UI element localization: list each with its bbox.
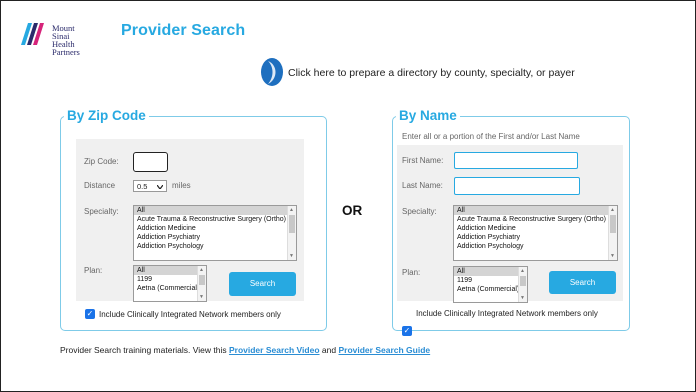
plan-option[interactable]: 1199 — [454, 276, 527, 285]
logo-line: Partners — [52, 47, 80, 57]
plan-option[interactable]: Aetna (Commercial) C — [454, 285, 527, 294]
page-title: Provider Search — [121, 22, 246, 39]
blue-circle-arrow-icon[interactable] — [260, 57, 284, 87]
miles-label: miles — [172, 181, 191, 190]
triangle-down-icon[interactable]: ▼ — [199, 294, 204, 300]
specialty-listbox[interactable]: All Acute Trauma & Reconstructive Surger… — [133, 205, 297, 261]
or-separator: OR — [342, 203, 363, 218]
specialty-option[interactable]: All — [454, 206, 617, 215]
distance-select[interactable]: 0.5 — [133, 180, 167, 192]
specialty-label: Specialty: — [84, 207, 119, 216]
last-name-label: Last Name: — [402, 181, 443, 190]
plan-scrollbar[interactable]: ▲ ▼ — [518, 267, 527, 302]
plan-label: Plan: — [84, 266, 103, 275]
triangle-down-icon[interactable]: ▼ — [289, 253, 294, 259]
triangle-up-icon[interactable]: ▲ — [289, 207, 294, 213]
specialty-option[interactable]: All — [134, 206, 296, 215]
scrollbar-thumb[interactable] — [610, 215, 616, 233]
chevron-down-icon — [157, 185, 163, 189]
specialty-option[interactable]: Acute Trauma & Reconstructive Surgery (O… — [454, 215, 617, 224]
triangle-up-icon[interactable]: ▲ — [610, 207, 615, 213]
scrollbar-thumb[interactable] — [199, 275, 205, 285]
zip-network-checkbox[interactable]: ✓ — [85, 309, 95, 319]
specialty-label: Specialty: — [402, 207, 437, 216]
name-network-checkbox-label: Include Clinically Integrated Network me… — [416, 309, 598, 318]
specialty-option[interactable]: Addiction Medicine — [134, 224, 296, 233]
specialty-option[interactable]: Acute Trauma & Reconstructive Surgery (O… — [134, 215, 296, 224]
plan-label: Plan: — [402, 268, 421, 277]
triangle-down-icon[interactable]: ▼ — [610, 253, 615, 259]
specialty-listbox[interactable]: All Acute Trauma & Reconstructive Surger… — [453, 205, 618, 261]
triangle-up-icon[interactable]: ▲ — [520, 268, 525, 274]
scrollbar-thumb[interactable] — [289, 215, 295, 233]
plan-option[interactable]: All — [134, 266, 206, 275]
scrollbar-thumb[interactable] — [520, 276, 526, 286]
distance-label: Distance — [84, 181, 116, 190]
name-hint: Enter all or a portion of the First and/… — [402, 132, 580, 141]
zip-search-button[interactable]: Search — [229, 272, 296, 296]
name-search-button[interactable]: Search — [549, 271, 616, 294]
plan-listbox[interactable]: All 1199 Aetna (Commercial) C ▲ ▼ — [133, 265, 207, 302]
distance-value: 0.5 — [137, 182, 148, 191]
logo-text: Mount Sinai Health Partners — [52, 24, 80, 57]
footer-and-text: and — [321, 345, 337, 355]
specialty-option[interactable]: Addiction Psychiatry — [454, 233, 617, 242]
specialty-scrollbar[interactable]: ▲ ▼ — [287, 206, 296, 260]
plan-listbox[interactable]: All 1199 Aetna (Commercial) C ▲ ▼ — [453, 266, 528, 303]
specialty-scrollbar[interactable]: ▲ ▼ — [608, 206, 617, 260]
name-network-checkbox[interactable]: ✓ — [402, 326, 412, 336]
checkmark-icon: ✓ — [86, 309, 94, 318]
zip-network-checkbox-label: Include Clinically Integrated Network me… — [99, 310, 281, 319]
triangle-down-icon[interactable]: ▼ — [520, 295, 525, 301]
provider-search-guide-link[interactable]: Provider Search Guide — [338, 345, 430, 355]
specialty-option[interactable]: Addiction Psychology — [134, 242, 296, 251]
specialty-option[interactable]: Addiction Psychology — [454, 242, 617, 251]
specialty-option[interactable]: Addiction Medicine — [454, 224, 617, 233]
plan-option[interactable]: Aetna (Commercial) C — [134, 284, 206, 293]
zip-code-label: Zip Code: — [84, 157, 119, 166]
provider-search-video-link[interactable]: Provider Search Video — [229, 345, 320, 355]
plan-scrollbar[interactable]: ▲ ▼ — [197, 266, 206, 301]
training-materials-footer: Provider Search training materials. View… — [60, 345, 430, 355]
first-name-label: First Name: — [402, 156, 444, 165]
last-name-input[interactable] — [454, 177, 580, 195]
directory-link[interactable]: Click here to prepare a directory by cou… — [288, 67, 575, 79]
zip-code-input[interactable] — [133, 152, 168, 172]
footer-text: Provider Search training materials. View… — [60, 345, 227, 355]
zip-section-legend: By Zip Code — [64, 109, 149, 123]
name-section-legend: By Name — [396, 109, 460, 123]
mount-sinai-logo-icon — [21, 23, 44, 45]
triangle-up-icon[interactable]: ▲ — [199, 267, 204, 273]
plan-option[interactable]: 1199 — [134, 275, 206, 284]
first-name-input[interactable] — [454, 152, 578, 169]
plan-option[interactable]: All — [454, 267, 527, 276]
checkmark-icon: ✓ — [403, 326, 411, 335]
specialty-option[interactable]: Addiction Psychiatry — [134, 233, 296, 242]
